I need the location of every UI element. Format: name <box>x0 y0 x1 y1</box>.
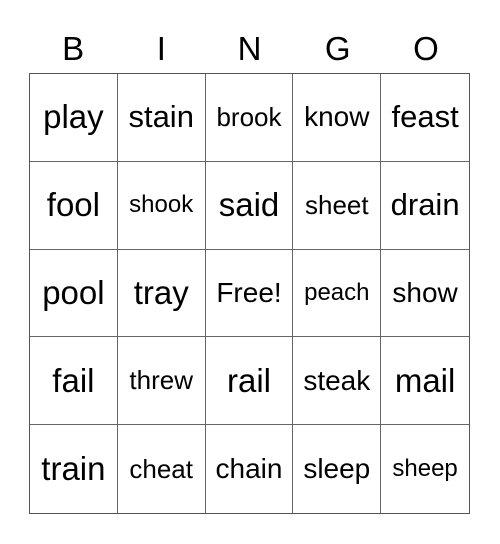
bingo-grid: play stain brook know feast fool shook s… <box>29 73 470 514</box>
bingo-cell[interactable]: drain <box>381 162 469 250</box>
bingo-cell[interactable]: tray <box>117 249 206 338</box>
free-space[interactable]: Free! <box>205 249 294 338</box>
header-letter-i: I <box>156 30 166 67</box>
bingo-cell[interactable]: sheet <box>293 161 382 250</box>
bingo-cell[interactable]: rail <box>205 337 294 426</box>
bingo-cell[interactable]: show <box>381 250 469 338</box>
bingo-cell[interactable]: brook <box>205 74 294 162</box>
bingo-cell[interactable]: said <box>205 161 294 250</box>
bingo-cell[interactable]: mail <box>381 337 469 426</box>
bingo-cell[interactable]: know <box>293 74 382 162</box>
header-letter-b: B <box>62 30 85 67</box>
bingo-cell[interactable]: fail <box>30 337 118 426</box>
bingo-cell[interactable]: pool <box>30 249 118 338</box>
bingo-cell[interactable]: chain <box>206 425 294 513</box>
bingo-cell[interactable]: sleep <box>293 425 382 513</box>
bingo-cell[interactable]: steak <box>293 337 382 426</box>
header-letter-o: O <box>413 30 439 67</box>
bingo-cell[interactable]: sheep <box>381 425 469 513</box>
bingo-cell[interactable]: stain <box>117 74 206 162</box>
bingo-cell[interactable]: train <box>30 425 118 513</box>
bingo-cell[interactable]: feast <box>381 74 469 162</box>
bingo-cell[interactable]: play <box>30 74 118 162</box>
bingo-cell[interactable]: shook <box>117 161 206 250</box>
bingo-cell[interactable]: fool <box>30 161 118 250</box>
bingo-cell[interactable]: threw <box>117 337 206 426</box>
bingo-cell[interactable]: peach <box>293 249 382 338</box>
header-letter-n: N <box>237 30 262 67</box>
bingo-cell[interactable]: cheat <box>118 425 206 513</box>
bingo-header: B I N G O <box>29 28 470 70</box>
header-letter-g: G <box>324 30 351 67</box>
